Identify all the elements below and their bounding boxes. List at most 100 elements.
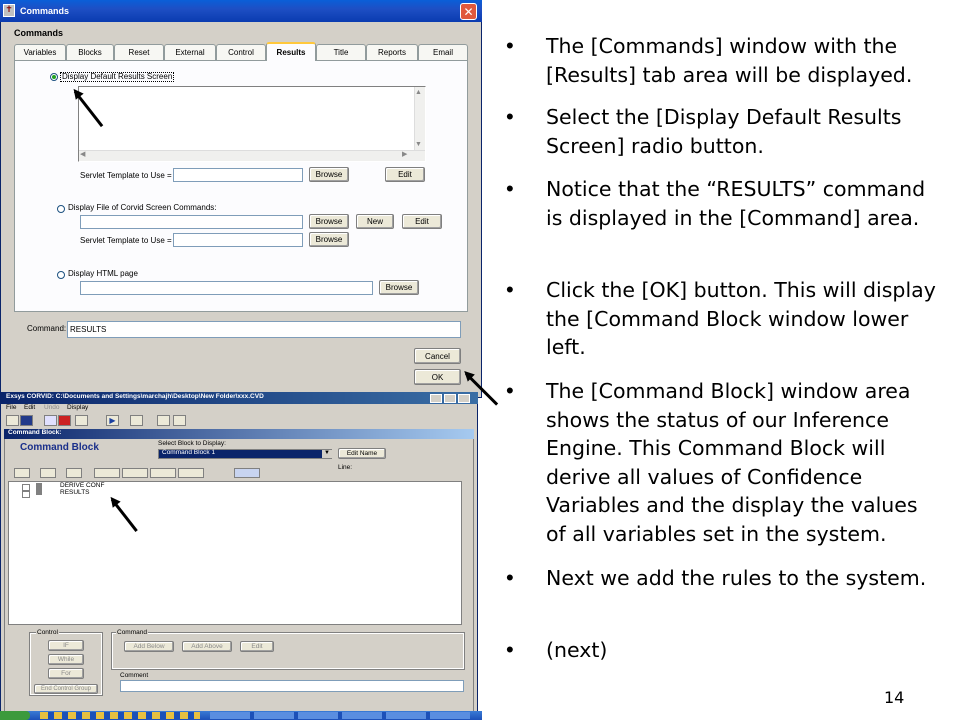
run-icon[interactable]: ▶ [106,415,119,426]
cancel-button[interactable]: Cancel [414,348,461,364]
ok-button[interactable]: OK [414,369,461,385]
window-icon[interactable] [157,415,170,426]
servlet-template-label-1: Servlet Template to Use = [80,171,172,180]
tab-variables[interactable]: Variables [14,44,66,60]
tab-email[interactable]: Email [418,44,468,60]
servlet-template-input-2[interactable] [173,233,303,247]
if-button[interactable]: IF [48,640,84,651]
cut-icon[interactable] [14,468,30,478]
minimize-icon[interactable] [430,394,442,403]
scroll-up-icon[interactable]: ▲ [415,89,422,96]
browse-button-4[interactable]: Browse [379,280,419,295]
scroll-left-icon[interactable]: ◀ [80,151,91,160]
expand-icon[interactable] [150,468,176,478]
tab-blocks[interactable]: Blocks [66,44,114,60]
add-below-button[interactable]: Add Below [124,641,174,652]
line-label: Line: [338,464,353,471]
print-icon[interactable] [130,415,143,426]
label-html-page[interactable]: Display HTML page [68,270,138,278]
bullet-marker: • [506,176,514,201]
tree-node-marker-2 [22,490,30,498]
comment-input[interactable] [120,680,464,692]
command-input[interactable]: RESULTS [67,321,461,338]
tab-external[interactable]: External [164,44,216,60]
maximize-icon[interactable] [444,394,456,403]
tab-reports[interactable]: Reports [366,44,418,60]
help-icon[interactable] [173,415,186,426]
command-edit-button[interactable]: Edit [240,641,274,652]
edit-button-2[interactable]: Edit [402,214,442,229]
commands-heading: Commands [14,28,64,38]
bullet-text-3: Notice that the “RESULTS” command is dis… [546,177,926,230]
bullet-text-2: Select the [Display Default Results Scre… [546,105,902,158]
command-label: Command: [27,324,67,333]
browse-button-2[interactable]: Browse [309,214,349,229]
levels-icon[interactable] [234,468,260,478]
horizontal-scrollbar[interactable] [79,150,425,161]
end-control-group-button[interactable]: End Control Group [34,684,98,694]
copy-icon[interactable] [40,468,56,478]
new-button[interactable]: New [356,214,394,229]
bullet-marker: • [506,637,514,662]
move-up-icon[interactable] [94,468,120,478]
corvid-file-input[interactable] [80,215,303,229]
add-above-button[interactable]: Add Above [182,641,232,652]
command-block-heading: Command Block [20,442,99,453]
label-corvid-screen[interactable]: Display File of Corvid Screen Commands: [68,204,217,212]
close-button[interactable]: ✕ [460,3,477,20]
tab-results[interactable]: Results [266,42,316,61]
taskbar-icons[interactable] [40,712,200,719]
bullet-marker: • [506,565,514,590]
variables-icon[interactable] [44,415,57,426]
edit-name-button[interactable]: Edit Name [338,448,386,459]
while-button[interactable]: While [48,654,84,665]
move-down-icon[interactable] [122,468,148,478]
command-block-titlebar[interactable] [4,429,474,439]
commands-titlebar[interactable] [0,0,482,22]
menu-file[interactable]: File [6,404,16,412]
servlet-template-label-2: Servlet Template to Use = [80,236,172,245]
command-tree[interactable] [8,481,462,625]
select-chevron-down-icon[interactable]: ▼ [322,450,332,458]
save-icon[interactable] [20,415,33,426]
command-block-panel-title: Command Block: [8,429,62,436]
menu-display[interactable]: Display [67,404,88,412]
page-number: 14 [884,688,905,707]
new-file-icon[interactable] [6,415,19,426]
menu-undo[interactable]: Undo [44,404,60,412]
bullet-marker: • [506,277,514,302]
tab-reset[interactable]: Reset [114,44,164,60]
browse-button-3[interactable]: Browse [309,232,349,247]
radio-corvid-screen[interactable] [57,205,65,213]
browse-button-1[interactable]: Browse [309,167,349,182]
bullet-marker: • [506,104,514,129]
bullet-text-1: The [Commands] window with the [Results]… [546,34,913,87]
block-icon[interactable] [75,415,88,426]
start-button[interactable] [0,711,30,720]
collapse-icon[interactable] [178,468,204,478]
bullet-text-5: The [Command Block] window area shows th… [546,379,918,546]
menu-edit[interactable]: Edit [24,404,35,412]
control-label: Control [36,629,59,637]
bullet-marker: • [506,378,514,403]
corvid-close-icon[interactable] [458,394,470,403]
radio-default-results[interactable] [50,73,58,81]
for-button[interactable]: For [48,668,84,679]
servlet-template-input-1[interactable] [173,168,303,182]
block-select-value: Command Block 1 [162,449,216,456]
taskbar-window-buttons[interactable] [210,712,470,719]
bullet-text-6: Next we add the rules to the system. [546,566,927,590]
tree-item-results[interactable]: RESULTS [60,489,90,497]
tab-control[interactable]: Control [216,44,266,60]
bullet-text-7: (next) [546,638,608,662]
edit-button-1[interactable]: Edit [385,167,425,182]
paste-icon[interactable] [66,468,82,478]
label-default-results[interactable]: Display Default Results Screen [60,72,175,82]
scroll-down-icon[interactable]: ▼ [415,141,422,148]
scroll-right-icon[interactable]: ▶ [402,151,413,160]
stop-icon[interactable] [58,415,71,426]
radio-html-page[interactable] [57,271,65,279]
html-page-input[interactable] [80,281,373,295]
tab-title[interactable]: Title [316,44,366,60]
corvid-title: Exsys CORVID: C:\Documents and Settings\… [6,393,264,400]
